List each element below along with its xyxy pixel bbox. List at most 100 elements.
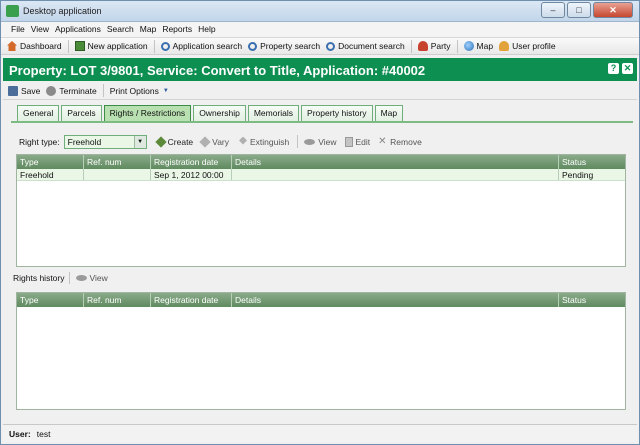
column-header[interactable]: Details bbox=[232, 293, 559, 307]
edit-label: Edit bbox=[355, 136, 371, 147]
rights-table: Type Ref. num Registration date Details … bbox=[16, 154, 626, 267]
tab-bar: General Parcels Rights / Restrictions Ow… bbox=[17, 105, 405, 121]
remove-label: Remove bbox=[390, 136, 422, 147]
column-header[interactable]: Ref. num bbox=[84, 293, 151, 307]
vary-icon bbox=[199, 135, 211, 148]
user-profile-label: User profile bbox=[512, 41, 556, 51]
search-icon bbox=[326, 41, 336, 51]
application-search-label: Application search bbox=[172, 41, 243, 51]
edit-icon bbox=[344, 136, 353, 147]
create-icon bbox=[154, 135, 167, 148]
table-header: Type Ref. num Registration date Details … bbox=[17, 155, 625, 169]
status-bar: User: test bbox=[3, 424, 637, 442]
toolbar-separator bbox=[102, 84, 104, 97]
page-title: Property: LOT 3/9801, Service: Convert t… bbox=[9, 63, 426, 78]
dashboard-label: Dashboard bbox=[20, 41, 62, 51]
terminate-button[interactable]: Terminate bbox=[46, 85, 97, 96]
tab-ownership[interactable]: Ownership bbox=[193, 105, 246, 121]
tab-map[interactable]: Map bbox=[374, 105, 404, 121]
remove-button[interactable]: ✕ Remove bbox=[378, 136, 422, 147]
cell-details bbox=[232, 169, 559, 180]
tab-parcels[interactable]: Parcels bbox=[61, 105, 102, 121]
help-icon[interactable]: ? bbox=[608, 63, 619, 74]
menu-reports[interactable]: Reports bbox=[162, 22, 192, 37]
user-value: test bbox=[36, 428, 51, 439]
vary-label: Vary bbox=[212, 136, 230, 147]
tab-underline bbox=[11, 121, 633, 123]
extinguish-icon bbox=[237, 136, 248, 147]
create-button[interactable]: Create bbox=[154, 135, 193, 148]
history-view-label: View bbox=[89, 273, 108, 283]
party-button[interactable]: Party bbox=[417, 41, 451, 51]
menu-applications[interactable]: Applications bbox=[55, 22, 101, 37]
view-button[interactable]: View bbox=[304, 137, 337, 147]
minimize-button[interactable]: – bbox=[541, 2, 565, 18]
main-toolbar: Dashboard New application Application se… bbox=[1, 37, 639, 55]
new-application-button[interactable]: New application bbox=[74, 41, 148, 51]
menu-search[interactable]: Search bbox=[107, 22, 134, 37]
print-options-label: Print Options bbox=[109, 85, 159, 96]
search-icon bbox=[160, 41, 170, 51]
right-type-select[interactable]: Freehold ▼ bbox=[63, 134, 147, 149]
column-header[interactable]: Type bbox=[17, 155, 84, 169]
map-button[interactable]: Map bbox=[463, 41, 493, 51]
tab-memorials[interactable]: Memorials bbox=[247, 105, 300, 121]
chevron-down-icon[interactable]: ▼ bbox=[133, 135, 146, 148]
right-type-value: Freehold bbox=[67, 136, 102, 147]
edit-button[interactable]: Edit bbox=[344, 136, 371, 147]
document-search-button[interactable]: Document search bbox=[326, 41, 405, 51]
menu-help[interactable]: Help bbox=[198, 22, 215, 37]
close-button[interactable]: ✕ bbox=[593, 2, 633, 18]
window-controls: – □ ✕ bbox=[541, 2, 633, 18]
tab-general[interactable]: General bbox=[17, 105, 60, 121]
terminate-label: Terminate bbox=[59, 85, 97, 96]
application-search-button[interactable]: Application search bbox=[160, 41, 243, 51]
terminate-icon bbox=[46, 85, 57, 96]
user-profile-button[interactable]: User profile bbox=[499, 41, 556, 51]
right-type-label: Right type: bbox=[19, 136, 60, 147]
save-button[interactable]: Save bbox=[8, 85, 41, 96]
new-application-label: New application bbox=[87, 41, 148, 51]
column-header[interactable]: Type bbox=[17, 293, 84, 307]
globe-icon bbox=[463, 41, 474, 51]
vary-button[interactable]: Vary bbox=[199, 135, 230, 148]
tab-property-history[interactable]: Property history bbox=[301, 105, 373, 121]
rights-toolbar: Right type: Freehold ▼ Create Vary Extin… bbox=[19, 134, 629, 149]
page-header: Property: LOT 3/9801, Service: Convert t… bbox=[3, 58, 637, 81]
save-label: Save bbox=[21, 85, 41, 96]
column-header[interactable]: Registration date bbox=[151, 155, 232, 169]
user-label: User: bbox=[9, 428, 31, 439]
toolbar-separator bbox=[67, 39, 69, 53]
extinguish-label: Extinguish bbox=[250, 136, 290, 147]
column-header[interactable]: Ref. num bbox=[84, 155, 151, 169]
home-icon bbox=[7, 41, 17, 51]
property-search-button[interactable]: Property search bbox=[248, 41, 320, 51]
column-header[interactable]: Registration date bbox=[151, 293, 232, 307]
toolbar-separator bbox=[297, 135, 299, 148]
eye-icon bbox=[304, 138, 316, 145]
title-bar: Desktop application – □ ✕ bbox=[1, 1, 639, 22]
column-header[interactable]: Details bbox=[232, 155, 559, 169]
app-icon bbox=[6, 5, 19, 17]
rights-history-table: Type Ref. num Registration date Details … bbox=[16, 292, 626, 410]
column-header[interactable]: Status bbox=[559, 293, 625, 307]
print-options-dropdown[interactable]: Print Options ▼ bbox=[110, 86, 169, 96]
cell-type: Freehold bbox=[17, 169, 84, 180]
close-form-icon[interactable]: ✕ bbox=[622, 63, 633, 74]
tab-rights-restrictions[interactable]: Rights / Restrictions bbox=[103, 105, 192, 121]
save-icon bbox=[8, 85, 18, 96]
cell-registration-date: Sep 1, 2012 00:00 bbox=[151, 169, 232, 180]
new-application-icon bbox=[74, 41, 85, 51]
extinguish-button[interactable]: Extinguish bbox=[237, 136, 290, 147]
column-header[interactable]: Status bbox=[559, 155, 625, 169]
party-label: Party bbox=[430, 41, 451, 51]
dashboard-button[interactable]: Dashboard bbox=[7, 41, 62, 51]
table-row[interactable]: Freehold Sep 1, 2012 00:00 Pending bbox=[17, 169, 625, 181]
menu-view[interactable]: View bbox=[31, 22, 49, 37]
history-view-button[interactable]: View bbox=[75, 273, 108, 283]
menu-file[interactable]: File bbox=[11, 22, 25, 37]
maximize-button[interactable]: □ bbox=[567, 2, 591, 18]
menu-map[interactable]: Map bbox=[140, 22, 157, 37]
toolbar-separator bbox=[68, 272, 70, 284]
property-search-label: Property search bbox=[260, 41, 321, 51]
